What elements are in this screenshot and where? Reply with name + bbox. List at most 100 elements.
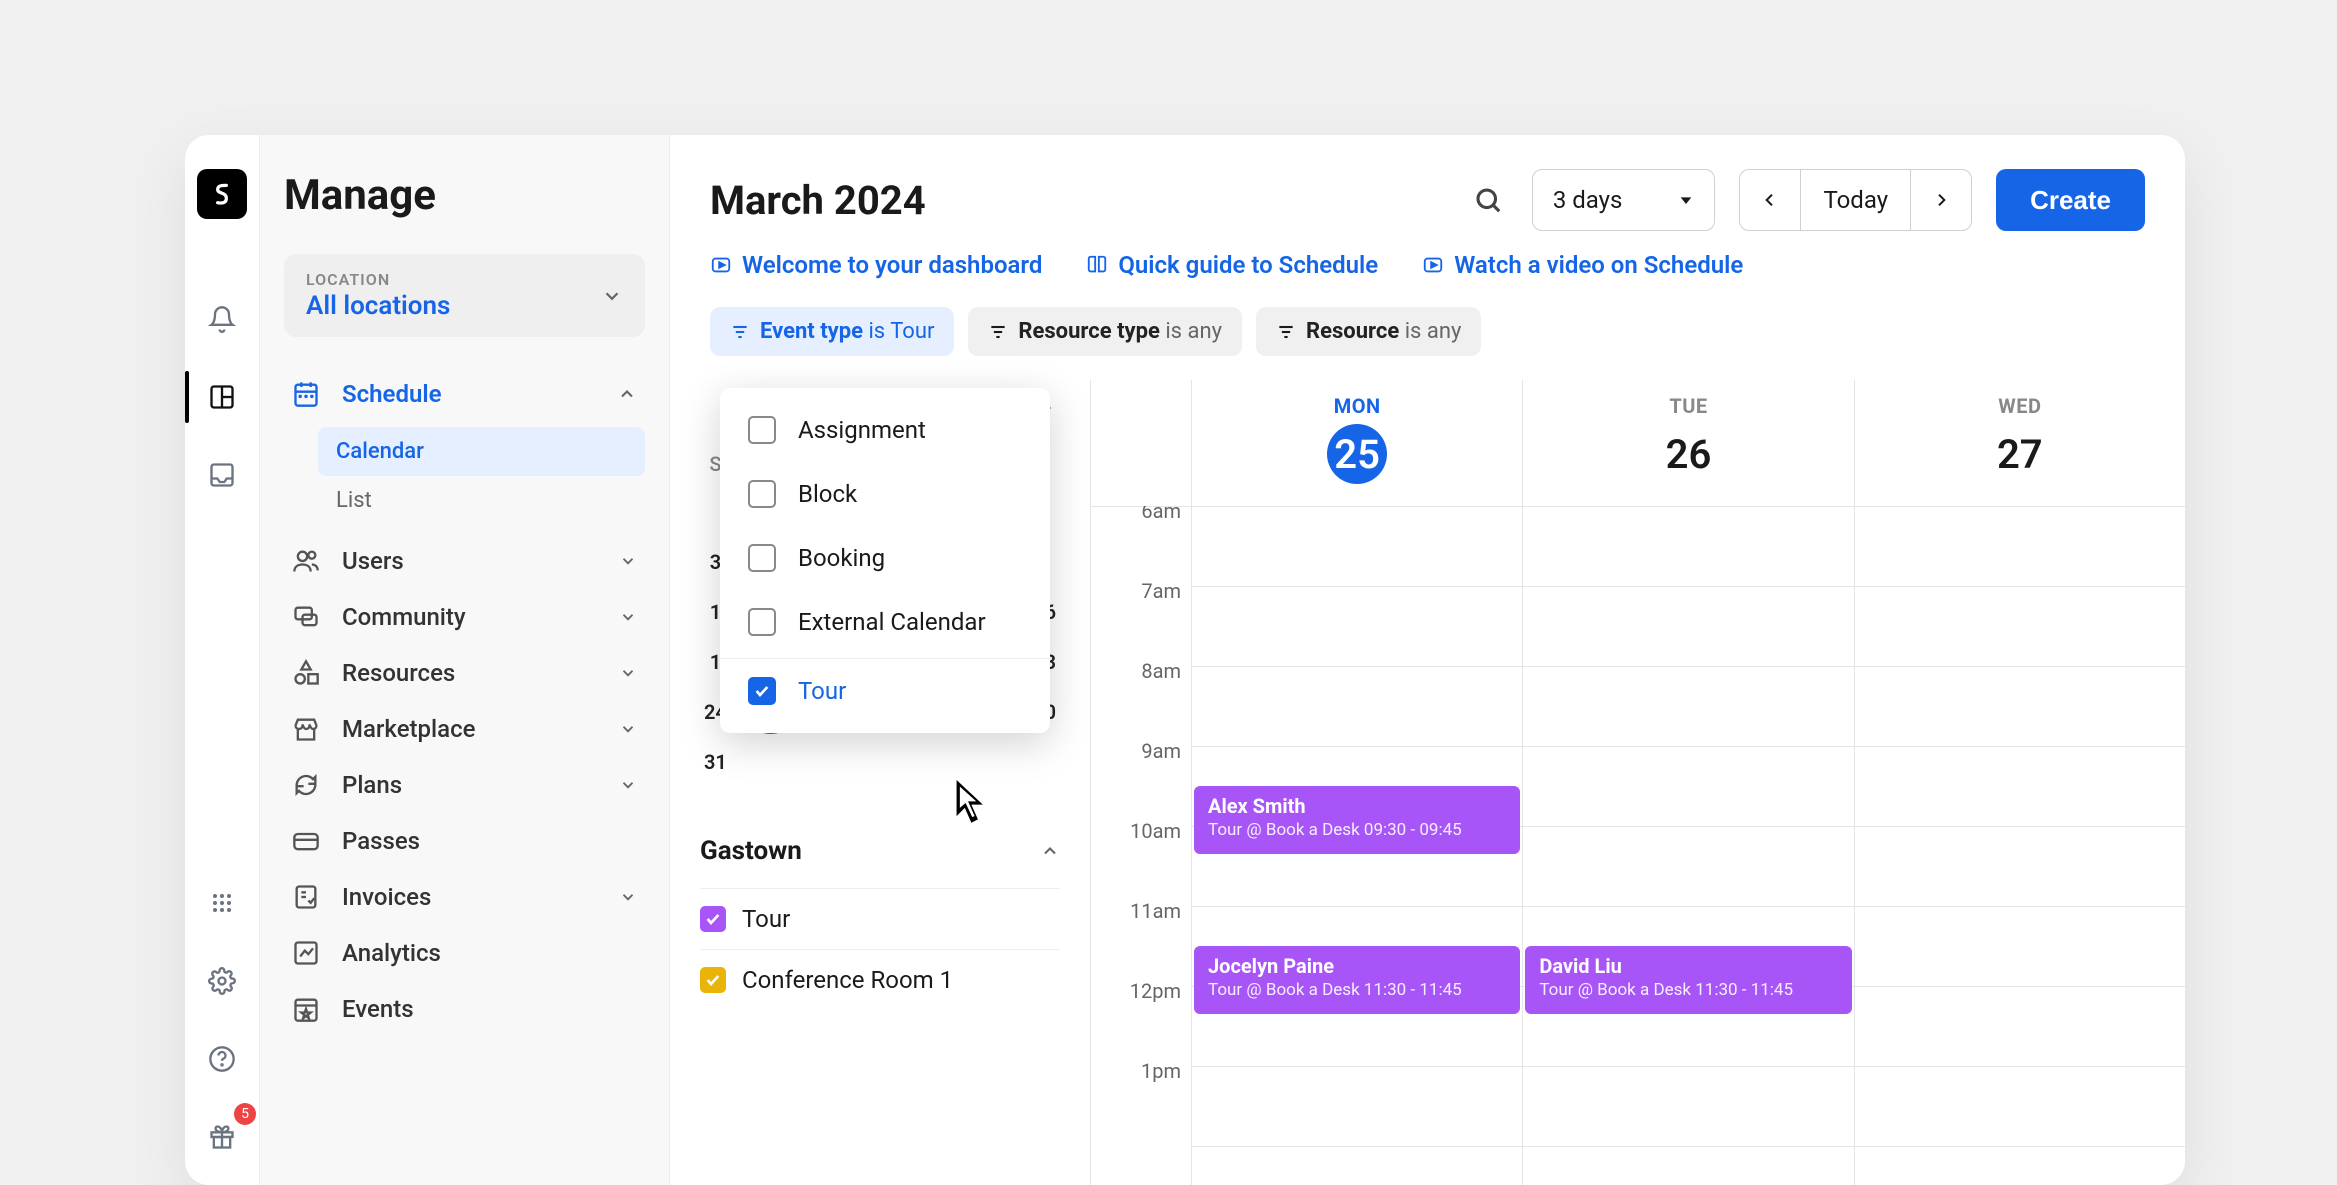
help-video[interactable]: Watch a video on Schedule <box>1422 251 1743 279</box>
users-icon <box>292 547 320 575</box>
shapes-icon <box>292 659 320 687</box>
inbox-icon[interactable] <box>192 445 252 505</box>
popover-option-label: Tour <box>798 677 846 705</box>
star-calendar-icon <box>292 995 320 1023</box>
page-title: March 2024 <box>710 177 1468 224</box>
filter-icon <box>988 322 1008 342</box>
location-label: LOCATION <box>306 270 450 289</box>
help-icon[interactable] <box>192 1029 252 1089</box>
filter-event-type[interactable]: Event type is Tour <box>710 307 954 356</box>
minical-day <box>1019 740 1070 784</box>
day-slot-column[interactable] <box>1854 506 2185 1185</box>
nav-community[interactable]: Community <box>284 589 645 645</box>
popover-option[interactable]: External Calendar <box>720 590 1050 654</box>
nav-plans[interactable]: Plans <box>284 757 645 813</box>
popover-option[interactable]: Block <box>720 462 1050 526</box>
play-box-icon <box>1422 254 1444 276</box>
resource-label: Conference Room 1 <box>742 966 953 994</box>
range-select[interactable]: 3 days <box>1532 169 1716 231</box>
create-button[interactable]: Create <box>1996 169 2145 231</box>
nav-marketplace[interactable]: Marketplace <box>284 701 645 757</box>
location-section-toggle[interactable]: Gastown <box>700 824 1060 878</box>
resource-checkbox-row[interactable]: Conference Room 1 <box>700 949 1060 1010</box>
popover-option-label: External Calendar <box>798 608 986 636</box>
nav-resources[interactable]: Resources <box>284 645 645 701</box>
nav-analytics[interactable]: Analytics <box>284 925 645 981</box>
app-title: Manage <box>284 171 645 220</box>
bell-icon[interactable] <box>192 289 252 349</box>
filter-resource-type[interactable]: Resource type is any <box>968 307 1242 356</box>
checkbox-icon <box>700 967 726 993</box>
popover-option-label: Block <box>798 480 857 508</box>
location-picker[interactable]: LOCATION All locations <box>284 254 645 337</box>
calendar-event[interactable]: Jocelyn PaineTour @ Book a Desk 11:30 - … <box>1194 946 1520 1014</box>
chevron-up-icon <box>1040 841 1060 861</box>
chevron-down-icon <box>619 552 637 570</box>
gear-icon[interactable] <box>192 951 252 1011</box>
checkbox-icon <box>748 608 776 636</box>
nav-users[interactable]: Users <box>284 533 645 589</box>
calendar-icon <box>292 379 320 409</box>
minical-day <box>855 740 906 784</box>
today-button[interactable]: Today <box>1801 170 1911 230</box>
hour-label: 9am <box>1091 735 1191 815</box>
search-icon[interactable] <box>1468 180 1508 220</box>
gift-icon[interactable]: 5 <box>192 1107 252 1167</box>
resource-label: Tour <box>742 905 790 933</box>
hour-label: 8am <box>1091 655 1191 735</box>
day-slot-column[interactable]: Alex SmithTour @ Book a Desk 09:30 - 09:… <box>1191 506 1522 1185</box>
dashboard-icon[interactable] <box>192 367 252 427</box>
apps-icon[interactable] <box>192 873 252 933</box>
day-grid: MON25TUE26WED27 6am7am8am9am10am11am12pm… <box>1090 380 2185 1185</box>
day-slot-column[interactable]: David LiuTour @ Book a Desk 11:30 - 11:4… <box>1522 506 1853 1185</box>
minical-day <box>909 740 960 784</box>
popover-option[interactable]: Booking <box>720 526 1050 590</box>
next-button[interactable] <box>1911 170 1971 230</box>
calendar-event[interactable]: Alex SmithTour @ Book a Desk 09:30 - 09:… <box>1194 786 1520 854</box>
filter-resource[interactable]: Resource is any <box>1256 307 1481 356</box>
date-nav-group: Today <box>1739 169 1972 231</box>
caret-down-icon <box>1678 192 1694 208</box>
day-column-header[interactable]: MON25 <box>1191 380 1522 506</box>
help-links: Welcome to your dashboard Quick guide to… <box>670 251 2185 307</box>
chevron-down-icon <box>601 285 623 307</box>
chevron-up-icon <box>617 384 637 404</box>
minical-day <box>745 740 796 784</box>
nav-passes[interactable]: Passes <box>284 813 645 869</box>
nav-events[interactable]: Events <box>284 981 645 1037</box>
gift-badge: 5 <box>234 1103 256 1125</box>
day-column-header[interactable]: TUE26 <box>1522 380 1853 506</box>
checkbox-icon <box>748 544 776 572</box>
minical-day <box>800 740 851 784</box>
chart-icon <box>292 939 320 967</box>
play-box-icon <box>710 254 732 276</box>
minical-day[interactable]: 31 <box>690 740 741 784</box>
help-guide[interactable]: Quick guide to Schedule <box>1086 251 1378 279</box>
store-icon <box>292 715 320 743</box>
nav-label: Schedule <box>342 380 595 408</box>
chevron-down-icon <box>619 720 637 738</box>
help-welcome[interactable]: Welcome to your dashboard <box>710 251 1042 279</box>
popover-option[interactable]: Tour <box>720 658 1050 723</box>
nav-sub-list[interactable]: List <box>318 476 645 525</box>
card-icon <box>292 827 320 855</box>
nav-sub-calendar[interactable]: Calendar <box>318 427 645 476</box>
calendar-event[interactable]: David LiuTour @ Book a Desk 11:30 - 11:4… <box>1525 946 1851 1014</box>
hour-label: 10am <box>1091 815 1191 895</box>
checkbox-icon <box>748 677 776 705</box>
prev-button[interactable] <box>1740 170 1801 230</box>
hour-label: 1pm <box>1091 1055 1191 1135</box>
icon-rail: 5 <box>185 135 260 1185</box>
checkbox-icon <box>748 480 776 508</box>
resource-checkbox-row[interactable]: Tour <box>700 888 1060 949</box>
invoice-icon <box>292 883 320 911</box>
popover-option-label: Booking <box>798 544 885 572</box>
app-logo[interactable] <box>197 169 247 219</box>
popover-option-label: Assignment <box>798 416 926 444</box>
nav-schedule[interactable]: Schedule <box>284 365 645 423</box>
sidebar: Manage LOCATION All locations Schedule C… <box>260 135 670 1185</box>
popover-option[interactable]: Assignment <box>720 398 1050 462</box>
day-column-header[interactable]: WED27 <box>1854 380 2185 506</box>
nav-invoices[interactable]: Invoices <box>284 869 645 925</box>
filter-icon <box>1276 322 1296 342</box>
